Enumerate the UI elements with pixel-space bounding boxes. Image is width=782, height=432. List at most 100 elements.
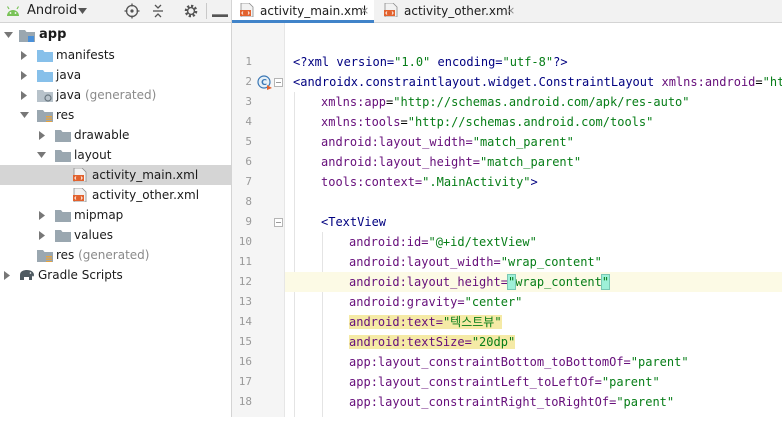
tree-item-gradle-scripts[interactable]: Gradle Scripts bbox=[0, 265, 231, 285]
tree-item-label: values bbox=[74, 228, 114, 242]
locate-target-icon[interactable] bbox=[124, 3, 140, 19]
tree-item-values[interactable]: values bbox=[0, 225, 231, 245]
line-number: 18 bbox=[238, 395, 252, 408]
tree-item-java[interactable]: java bbox=[0, 65, 231, 85]
xml-file-icon bbox=[240, 3, 254, 17]
tab-label: activity_main.xml bbox=[260, 4, 367, 18]
tab-activity-main-xml[interactable]: activity_main.xml × bbox=[232, 0, 374, 23]
tree-item-label: manifests bbox=[56, 48, 115, 62]
code-line-6: android:layout_height="match_parent" bbox=[321, 155, 582, 169]
line-number: 16 bbox=[238, 355, 252, 368]
chevron-right-icon[interactable] bbox=[38, 131, 46, 140]
tree-item-app[interactable]: app bbox=[0, 25, 231, 45]
tree-item-label: res bbox=[56, 108, 75, 122]
fold-toggle-icon[interactable] bbox=[274, 78, 283, 87]
tree-item-label: java (generated) bbox=[56, 88, 157, 102]
module-folder-icon bbox=[19, 30, 35, 42]
toolbar-separator bbox=[206, 3, 207, 19]
line-number: 17 bbox=[238, 375, 252, 388]
line-number: 11 bbox=[238, 255, 252, 268]
chevron-down-icon[interactable] bbox=[4, 31, 13, 39]
xml-file-icon bbox=[73, 188, 87, 202]
close-icon[interactable]: × bbox=[360, 0, 369, 22]
line-number: 7 bbox=[245, 175, 252, 188]
xml-file-icon bbox=[73, 168, 87, 182]
code-line-18: app:layout_constraintRight_toRightOf="pa… bbox=[349, 395, 675, 409]
code-line-12: android:layout_height="wrap_content" bbox=[285, 272, 782, 292]
chevron-right-icon[interactable] bbox=[20, 51, 28, 60]
code-line-2: <androidx.constraintlayout.widget.Constr… bbox=[293, 75, 782, 89]
line-number: 4 bbox=[245, 115, 252, 128]
close-icon[interactable]: × bbox=[506, 0, 515, 22]
tab-activity-other-xml[interactable]: activity_other.xml × bbox=[376, 0, 528, 22]
line-number: 9 bbox=[245, 215, 252, 228]
folder-icon bbox=[37, 50, 53, 62]
tree-item-label: mipmap bbox=[74, 208, 124, 222]
resource-folder-icon bbox=[37, 110, 53, 122]
line-number: 10 bbox=[238, 235, 252, 248]
code-line-16: app:layout_constraintBottom_toBottomOf="… bbox=[349, 355, 689, 369]
tree-item-label: Gradle Scripts bbox=[38, 268, 123, 282]
code-line-11: android:layout_width="wrap_content" bbox=[349, 255, 602, 269]
activity-class-icon[interactable]: C bbox=[257, 75, 273, 91]
tree-item-activity-other-xml[interactable]: activity_other.xml bbox=[0, 185, 231, 205]
project-view-selector[interactable]: Android bbox=[27, 3, 77, 18]
project-panel: Android app manifests java java (generat… bbox=[0, 0, 232, 417]
tree-item-java-generated[interactable]: java (generated) bbox=[0, 85, 231, 105]
tree-item-drawable[interactable]: drawable bbox=[0, 125, 231, 145]
editor-tab-bar: activity_main.xml × activity_other.xml × bbox=[232, 0, 782, 23]
line-number: 8 bbox=[245, 195, 252, 208]
xml-file-icon bbox=[384, 3, 398, 17]
android-icon bbox=[6, 6, 20, 16]
tree-item-label: activity_other.xml bbox=[92, 188, 200, 202]
chevron-right-icon[interactable] bbox=[20, 71, 28, 80]
chevron-down-icon[interactable] bbox=[78, 8, 87, 14]
tree-item-layout[interactable]: layout bbox=[0, 145, 231, 165]
code-line-1: <?xml version="1.0" encoding="utf-8"?> bbox=[293, 55, 568, 69]
chevron-down-icon[interactable] bbox=[20, 111, 29, 119]
generated-folder-icon bbox=[37, 90, 53, 102]
code-line-3: xmlns:app="http://schemas.android.com/ap… bbox=[321, 95, 690, 109]
folder-icon bbox=[55, 230, 71, 242]
code-line-9: <TextView bbox=[321, 215, 387, 229]
chevron-right-icon[interactable] bbox=[3, 271, 11, 280]
chevron-right-icon[interactable] bbox=[38, 231, 46, 240]
code-line-10: android:id="@+id/textView" bbox=[349, 235, 537, 249]
line-number: 3 bbox=[245, 95, 252, 108]
code-line-4: xmlns:tools="http://schemas.android.com/… bbox=[321, 115, 654, 129]
gradle-elephant-icon bbox=[20, 270, 34, 280]
code-line-7: tools:context=".MainActivity"> bbox=[321, 175, 538, 189]
folder-icon bbox=[55, 130, 71, 142]
line-number: 2 bbox=[245, 75, 252, 88]
fold-toggle-icon[interactable] bbox=[274, 218, 283, 227]
tree-item-activity-main-xml[interactable]: activity_main.xml bbox=[0, 165, 231, 185]
tree-item-res-generated[interactable]: res (generated) bbox=[0, 245, 231, 265]
line-number: 13 bbox=[238, 295, 252, 308]
chevron-right-icon[interactable] bbox=[20, 91, 28, 100]
code-line-15: android:textSize="20dp" bbox=[349, 335, 516, 349]
tree-item-label: activity_main.xml bbox=[92, 168, 199, 182]
tree-item-label: app bbox=[39, 27, 67, 42]
minimize-icon[interactable] bbox=[212, 9, 228, 25]
project-panel-toolbar: Android bbox=[0, 0, 231, 23]
folder-icon bbox=[55, 210, 71, 222]
folder-icon bbox=[37, 70, 53, 82]
folder-icon bbox=[55, 150, 71, 162]
tree-item-res[interactable]: res bbox=[0, 105, 231, 125]
tree-item-manifests[interactable]: manifests bbox=[0, 45, 231, 65]
tree-item-label: res (generated) bbox=[56, 248, 150, 262]
code-line-13: android:gravity="center" bbox=[349, 295, 523, 309]
line-number: 6 bbox=[245, 155, 252, 168]
collapse-all-icon[interactable] bbox=[150, 3, 166, 19]
line-number: 12 bbox=[238, 275, 252, 288]
line-number: 15 bbox=[238, 335, 252, 348]
chevron-down-icon[interactable] bbox=[37, 151, 46, 159]
code-line-17: app:layout_constraintLeft_toLeftOf="pare… bbox=[349, 375, 660, 389]
line-number: 14 bbox=[238, 315, 252, 328]
gear-icon[interactable] bbox=[183, 3, 199, 19]
tree-item-mipmap[interactable]: mipmap bbox=[0, 205, 231, 225]
line-number: 5 bbox=[245, 135, 252, 148]
text-caret bbox=[609, 274, 611, 288]
line-number: 1 bbox=[245, 55, 252, 68]
chevron-right-icon[interactable] bbox=[38, 211, 46, 220]
